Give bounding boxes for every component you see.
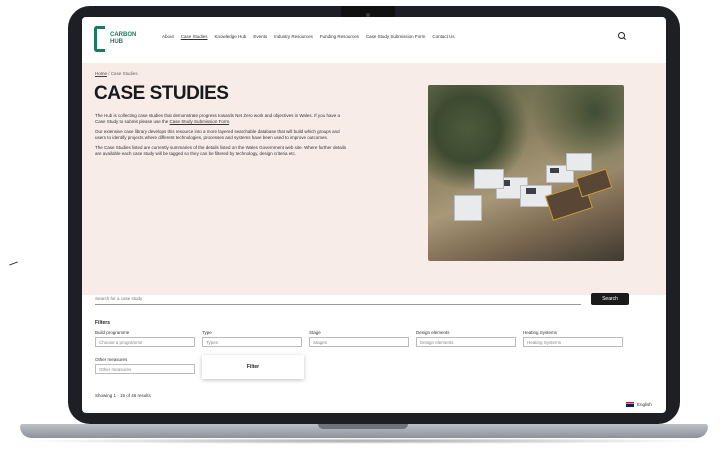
language-label: English <box>637 402 652 407</box>
solar-panel-shape <box>526 188 536 194</box>
filter-label: Other measures <box>95 357 128 362</box>
nav-item-funding-resources[interactable]: Funding Resources <box>320 34 359 39</box>
house-shape <box>454 195 482 221</box>
filter-label: Design elements <box>416 330 450 335</box>
search-button[interactable]: Search <box>591 293 629 305</box>
hero-section: Home / Case Studies CASE STUDIES The Hub… <box>82 63 666 295</box>
intro-text-1-end: . <box>229 119 231 124</box>
nav-item-knowledge-hub[interactable]: Knowledge Hub <box>215 34 247 39</box>
intro-paragraph: The Hub is collecting case studies that … <box>95 113 350 125</box>
filter-design-elements: Design elements Design elements <box>416 330 516 347</box>
filter-label: Build programme <box>95 330 130 335</box>
nav-item-about[interactable]: About <box>162 34 174 39</box>
type-select[interactable]: Types <box>202 337 302 347</box>
filter-button[interactable]: Filter <box>202 355 304 379</box>
search-icon[interactable] <box>618 32 625 39</box>
house-shape <box>474 169 504 189</box>
filter-label: Type <box>202 330 212 335</box>
design-elements-select[interactable]: Design elements <box>416 337 516 347</box>
main-nav: About Case Studies Knowledge Hub Events … <box>162 34 455 39</box>
build-programme-select[interactable]: Choose a programme <box>95 337 195 347</box>
filter-build-programme: Build programme Choose a programme <box>95 330 195 347</box>
filter-stage: Stage Stages <box>309 330 409 347</box>
site-plot-shape <box>575 168 613 198</box>
page-title: CASE STUDIES <box>94 83 229 104</box>
nav-item-events[interactable]: Events <box>253 34 267 39</box>
laptop-base-groove <box>318 424 408 429</box>
solar-panel-shape <box>550 168 559 173</box>
filter-type: Type Types <box>202 330 302 347</box>
breadcrumb-current: Case Studies <box>110 71 138 76</box>
site-header: CARBON HUB About Case Studies Knowledge … <box>82 17 666 63</box>
intro-paragraph: The Case Studies listed are currently su… <box>95 145 346 156</box>
filters-heading: Filters <box>95 320 111 326</box>
stage-select[interactable]: Stages <box>309 337 409 347</box>
other-measures-select[interactable]: Other measures <box>95 364 195 374</box>
submission-form-link[interactable]: Case Study Submission Form <box>170 119 230 124</box>
nav-item-industry-resources[interactable]: Industry Resources <box>274 34 313 39</box>
laptop-shadow <box>14 438 714 444</box>
logo-text: CARBON HUB <box>110 32 137 45</box>
search-input[interactable] <box>95 293 581 305</box>
stray-mark <box>9 261 18 266</box>
nav-item-contact[interactable]: Contact Us <box>432 34 454 39</box>
uk-flag-icon <box>626 402 634 407</box>
filter-label: Stage <box>309 330 321 335</box>
screen: CARBON HUB About Case Studies Knowledge … <box>82 17 666 413</box>
heating-systems-select[interactable]: Heating Systems <box>523 337 623 347</box>
house-shape <box>566 153 592 171</box>
search-row: Search <box>95 293 629 307</box>
breadcrumb-home[interactable]: Home <box>95 71 107 76</box>
filter-other-measures: Other measures Other measures <box>95 357 195 374</box>
hero-image-aerial-housing <box>428 85 624 261</box>
results-count: Showing 1 - 15 of 46 results <box>95 393 151 398</box>
logo-mark-icon <box>94 26 105 52</box>
breadcrumb-separator: / <box>108 71 110 76</box>
breadcrumb: Home / Case Studies <box>95 71 138 76</box>
filter-label: Heating Systems <box>523 330 558 335</box>
nav-item-submission-form[interactable]: Case Study Submission Form <box>366 34 426 39</box>
intro-paragraph: Our extensive case library develops this… <box>95 129 340 140</box>
filter-heating-systems: Heating Systems Heating Systems <box>523 330 623 347</box>
nav-item-case-studies[interactable]: Case Studies <box>181 34 208 39</box>
language-switcher[interactable]: English <box>626 402 652 407</box>
intro-text: The Hub is collecting case studies that … <box>95 113 350 161</box>
site-logo[interactable]: CARBON HUB <box>94 26 137 52</box>
